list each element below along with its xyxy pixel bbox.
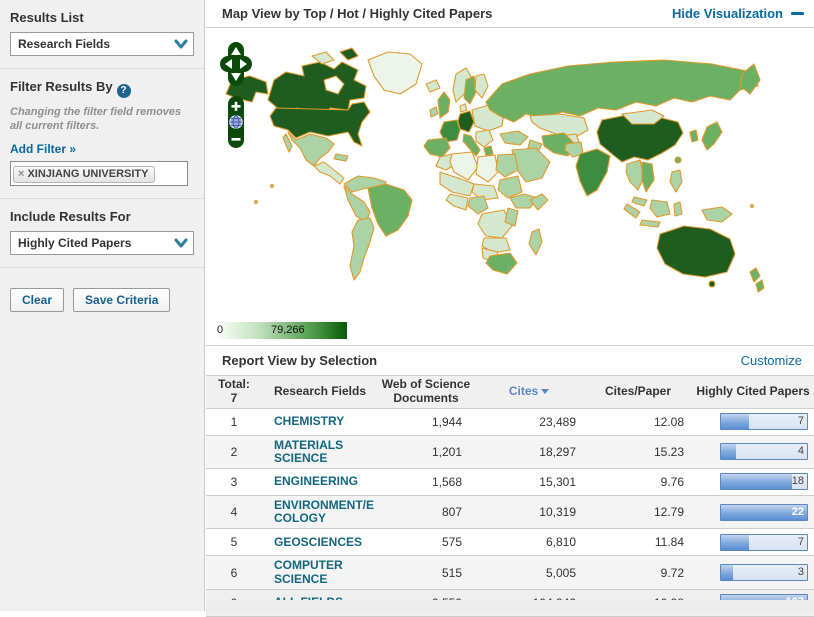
main-content: Map View by Top / Hot / Highly Cited Pap… <box>206 0 814 611</box>
table-row: 2 MATERIALS SCIENCE 1,201 18,297 15.23 4 <box>206 436 814 469</box>
map-panel-header: Map View by Top / Hot / Highly Cited Pap… <box>206 0 814 28</box>
world-choropleth-map[interactable] <box>212 36 808 314</box>
table-header-row: Total:7 Research Fields Web of Science D… <box>206 376 814 409</box>
cites-per-paper-value: 12.08 <box>584 415 692 429</box>
cites-per-paper-value: 12.79 <box>584 505 692 519</box>
cites-per-paper-value: 11.84 <box>584 535 692 549</box>
map-view: 0 79,266 <box>206 28 814 345</box>
col-cites-per-paper: Cites/Paper <box>584 383 692 401</box>
legend-min: 0 <box>217 324 223 336</box>
cites-value: 6,810 <box>474 535 584 549</box>
row-rank: 6 <box>206 566 262 580</box>
help-icon[interactable]: ? <box>117 84 131 98</box>
field-link[interactable]: CHEMISTRY <box>274 414 344 428</box>
filter-tag-label: XINJIANG UNIVERSITY <box>27 168 148 180</box>
cites-per-paper-value: 9.72 <box>584 566 692 580</box>
report-header: Report View by Selection Customize <box>206 345 814 376</box>
field-link[interactable]: GEOSCIENCES <box>274 535 362 549</box>
include-results-selected: Highly Cited Papers <box>18 236 131 250</box>
docs-value: 1,568 <box>378 475 474 489</box>
table-row: 1 CHEMISTRY 1,944 23,489 12.08 7 <box>206 409 814 436</box>
highly-cited-bar: 7 <box>720 413 808 430</box>
remove-filter-icon[interactable]: × <box>18 168 24 180</box>
results-list-dropdown[interactable]: Research Fields <box>10 32 194 56</box>
cites-per-paper-value: 9.76 <box>584 475 692 489</box>
highly-cited-bar: 7 <box>720 534 808 551</box>
row-rank: 2 <box>206 445 262 459</box>
table-row: 4 ENVIRONMENT/ECOLOGY 807 10,319 12.79 2… <box>206 496 814 529</box>
map-navigation-controls[interactable] <box>218 40 254 152</box>
zoom-control[interactable] <box>228 96 244 148</box>
row-rank: 4 <box>206 505 262 519</box>
cites-value: 15,301 <box>474 475 584 489</box>
row-rank: 3 <box>206 475 262 489</box>
total-header: Total:7 <box>206 376 262 408</box>
map-color-scale: 0 79,266 <box>214 322 347 339</box>
sort-desc-icon <box>541 389 549 394</box>
row-rank: 1 <box>206 415 262 429</box>
filter-heading: Filter Results By? <box>10 79 194 98</box>
zoom-out-icon <box>232 138 241 141</box>
table-row: 5 GEOSCIENCES 575 6,810 11.84 7 <box>206 529 814 556</box>
save-criteria-button[interactable]: Save Criteria <box>73 288 170 312</box>
highly-cited-bar: 4 <box>720 443 808 460</box>
hide-visualization-link[interactable]: Hide Visualization <box>672 6 804 21</box>
highly-cited-bar: 18 <box>720 473 808 490</box>
col-wos-documents: Web of Science Documents <box>378 376 474 408</box>
collapse-icon <box>791 12 804 15</box>
results-list-heading: Results List <box>10 10 194 25</box>
chevron-down-icon <box>173 237 189 249</box>
cites-per-paper-value: 15.23 <box>584 445 692 459</box>
pan-control[interactable] <box>220 42 252 86</box>
globe-icon <box>230 116 242 128</box>
filter-tag: ×XINJIANG UNIVERSITY <box>13 166 155 183</box>
filter-section: Filter Results By? Changing the filter f… <box>0 69 204 199</box>
col-cites-sort[interactable]: Cites <box>474 383 584 401</box>
results-list-section: Results List Research Fields <box>0 0 204 69</box>
filters-sidebar: Results List Research Fields Filter Resu… <box>0 0 205 611</box>
include-results-dropdown[interactable]: Highly Cited Papers <box>10 231 194 255</box>
chevron-down-icon <box>173 38 189 50</box>
field-link[interactable]: MATERIALS SCIENCE <box>274 438 343 465</box>
highly-cited-bar: 22 <box>720 504 808 521</box>
add-filter-link[interactable]: Add Filter » <box>10 142 76 156</box>
cites-value: 10,319 <box>474 505 584 519</box>
col-highly-cited: Highly Cited Papers <box>692 383 814 401</box>
docs-value: 575 <box>378 535 474 549</box>
cites-value: 18,297 <box>474 445 584 459</box>
include-results-section: Include Results For Highly Cited Papers <box>0 199 204 268</box>
page-bottom-band <box>206 600 814 611</box>
docs-value: 515 <box>378 566 474 580</box>
docs-value: 1,944 <box>378 415 474 429</box>
filter-tag-box[interactable]: ×XINJIANG UNIVERSITY <box>10 161 188 186</box>
results-list-selected: Research Fields <box>18 37 110 51</box>
clear-button[interactable]: Clear <box>10 288 64 312</box>
esi-app: { "colors": { "accent_link": "#0a6a9e", … <box>0 0 814 611</box>
docs-value: 807 <box>378 505 474 519</box>
cites-value: 23,489 <box>474 415 584 429</box>
col-research-fields: Research Fields <box>262 383 378 401</box>
customize-link[interactable]: Customize <box>741 353 802 368</box>
field-link[interactable]: COMPUTER SCIENCE <box>274 558 343 585</box>
highly-cited-bar: 3 <box>720 564 808 581</box>
row-rank: 5 <box>206 535 262 549</box>
include-results-heading: Include Results For <box>10 209 194 224</box>
report-title: Report View by Selection <box>222 353 377 368</box>
map-title: Map View by Top / Hot / Highly Cited Pap… <box>222 6 492 21</box>
filter-note: Changing the filter field removes all cu… <box>10 105 194 134</box>
legend-max: 79,266 <box>271 324 305 336</box>
docs-value: 1,201 <box>378 445 474 459</box>
field-link[interactable]: ENVIRONMENT/ECOLOGY <box>274 498 374 525</box>
table-row: 3 ENGINEERING 1,568 15,301 9.76 18 <box>206 469 814 496</box>
cites-value: 5,005 <box>474 566 584 580</box>
table-row: 6 COMPUTER SCIENCE 515 5,005 9.72 3 <box>206 556 814 589</box>
actions-section: Clear Save Criteria <box>0 268 204 324</box>
map-countries <box>226 48 764 292</box>
field-link[interactable]: ENGINEERING <box>274 474 358 488</box>
